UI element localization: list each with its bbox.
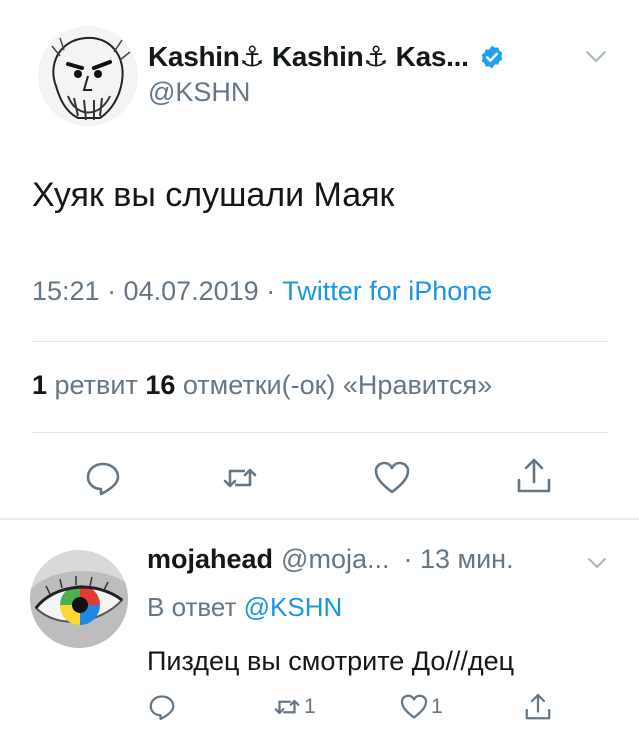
tweet-stats: 1 ретвит 16 отметки(-ок) «Нравится» bbox=[32, 370, 492, 401]
reply-tweet[interactable]: mojahead @moja... · 13 мин. В ответ @KSH… bbox=[0, 520, 639, 752]
share-icon bbox=[525, 693, 551, 720]
avatar-eye-image bbox=[30, 550, 128, 648]
retweet-count[interactable]: 1 bbox=[32, 370, 47, 400]
chevron-down-icon[interactable] bbox=[587, 557, 607, 570]
user-handle[interactable]: @KSHN bbox=[148, 77, 250, 108]
retweet-icon bbox=[223, 468, 257, 488]
reply-like-button[interactable]: 1 bbox=[399, 692, 443, 722]
divider bbox=[32, 432, 609, 433]
tweet-text: Хуяк вы слушали Маяк bbox=[32, 176, 395, 214]
retweet-label[interactable]: ретвит bbox=[47, 370, 145, 400]
display-name[interactable]: Kashin⚓ Kashin⚓ Kas... bbox=[148, 40, 469, 73]
reply-share-button[interactable] bbox=[523, 692, 553, 722]
like-label[interactable]: отметки(-ок) «Нравится» bbox=[175, 370, 492, 400]
reply-handle[interactable]: @moja... bbox=[281, 544, 389, 575]
heart-icon bbox=[374, 461, 410, 494]
reply-to-label: В ответ bbox=[147, 592, 244, 622]
avatar[interactable] bbox=[38, 26, 138, 126]
reply-text: Пиздец вы смотрите До///дец bbox=[147, 646, 515, 676]
reply-icon bbox=[86, 462, 120, 496]
chevron-down-icon[interactable] bbox=[585, 50, 607, 64]
verified-badge-icon bbox=[481, 45, 502, 68]
reply-display-name[interactable]: mojahead bbox=[147, 544, 273, 575]
reply-reply-button[interactable] bbox=[147, 692, 177, 722]
reply-timestamp[interactable]: · 13 мин. bbox=[403, 544, 513, 575]
tweet-actions bbox=[0, 448, 639, 508]
like-button[interactable] bbox=[372, 458, 412, 498]
like-count[interactable]: 16 bbox=[145, 370, 175, 400]
tweet-timestamp[interactable]: 15:21 · 04.07.2019 · bbox=[32, 276, 282, 306]
avatar[interactable] bbox=[30, 550, 128, 648]
share-button[interactable] bbox=[514, 456, 554, 496]
retweet-button[interactable] bbox=[220, 458, 260, 498]
divider bbox=[32, 341, 609, 342]
reply-retweet-count: 1 bbox=[304, 695, 316, 718]
reply-icon bbox=[149, 695, 175, 721]
retweet-icon bbox=[274, 699, 300, 715]
tweet-meta: 15:21 · 04.07.2019 · Twitter for iPhone bbox=[32, 276, 492, 307]
reply-button[interactable] bbox=[83, 458, 123, 498]
reply-to-mention[interactable]: @KSHN bbox=[244, 592, 343, 622]
main-tweet: Kashin⚓ Kashin⚓ Kas... @KSHN Хуяк вы слу… bbox=[0, 0, 639, 518]
tweet-source-link[interactable]: Twitter for iPhone bbox=[282, 276, 492, 306]
reply-context: В ответ @KSHN bbox=[147, 592, 342, 623]
reply-retweet-button[interactable]: 1 bbox=[272, 692, 316, 722]
avatar-portrait-image bbox=[38, 26, 138, 126]
share-icon bbox=[517, 458, 551, 493]
reply-like-count: 1 bbox=[431, 695, 443, 718]
heart-icon bbox=[400, 694, 428, 719]
